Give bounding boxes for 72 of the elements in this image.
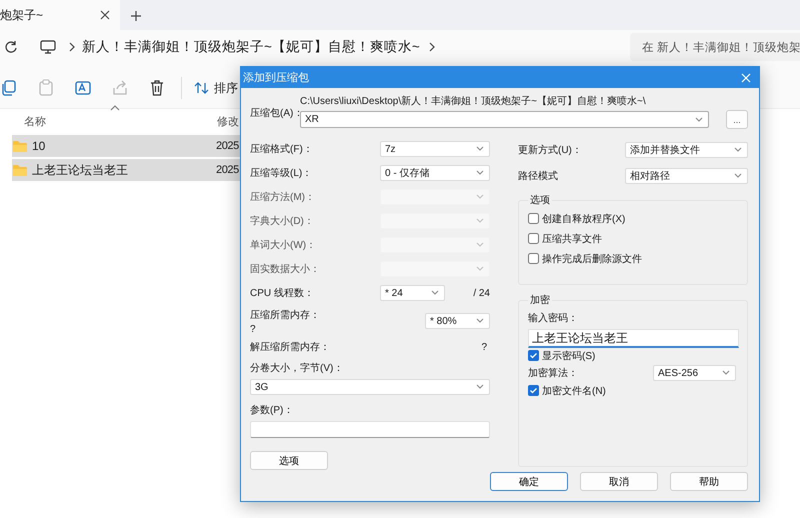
- window-title: 添加到压缩包: [243, 70, 309, 85]
- caret-up-icon: [110, 105, 120, 111]
- group-title: 选项: [529, 194, 551, 207]
- thread-total: / 24: [473, 288, 490, 298]
- field-label: 加密算法：: [528, 366, 579, 380]
- checkbox-label[interactable]: 创建自释放程序(X): [542, 212, 626, 226]
- close-icon[interactable]: [100, 10, 110, 20]
- modified-date: 2025: [216, 140, 240, 152]
- memory-value: ?: [481, 342, 487, 352]
- file-name: 10: [32, 139, 46, 153]
- checkbox[interactable]: [528, 253, 539, 264]
- chevron-right-icon: [68, 41, 76, 53]
- sort-button[interactable]: 排序: [192, 78, 240, 98]
- checkbox-label[interactable]: 压缩共享文件: [542, 232, 602, 246]
- field-label: 固实数据大小：: [250, 262, 321, 276]
- modified-date: 2025: [216, 164, 240, 176]
- path-text: C:\Users\liuxi\Desktop\新人！丰满御姐！顶级炮架子~【妮可】自慰！爽喷水~\: [300, 94, 647, 109]
- field-label: 解压缩所需内存：: [250, 340, 330, 354]
- field-label: CPU 线程数：: [250, 286, 315, 300]
- checkbox-label[interactable]: 操作完成后删除源文件: [542, 252, 642, 266]
- refresh-icon[interactable]: [4, 40, 18, 54]
- folder-icon: [12, 139, 28, 153]
- dialog-button[interactable]: 取消: [580, 472, 658, 491]
- dropdown[interactable]: 添加并替换文件: [625, 142, 748, 158]
- dropdown[interactable]: 相对路径: [625, 168, 748, 184]
- checkbox-label[interactable]: 加密文件名(N): [542, 384, 606, 398]
- column-header[interactable]: 名称: [24, 114, 217, 128]
- group-title: 加密: [529, 294, 551, 307]
- sort-icon: [194, 81, 210, 95]
- rename-icon[interactable]: [74, 79, 92, 97]
- password-field[interactable]: 上老王论坛当老王: [528, 329, 739, 348]
- column-header[interactable]: 修改: [217, 114, 240, 128]
- options-button[interactable]: 选项: [250, 451, 328, 470]
- field-label: 压缩方法(M)：: [250, 190, 316, 204]
- field-label: 输入密码：: [528, 312, 579, 325]
- checkbox[interactable]: [528, 350, 539, 361]
- field-label: 字典大小(D)：: [250, 214, 315, 228]
- field-label: 单词大小(W)：: [250, 238, 318, 252]
- field-label: 分卷大小，字节(V)：: [250, 362, 344, 375]
- folder-icon: [12, 163, 28, 177]
- field-label: 压缩所需内存：: [250, 308, 321, 322]
- file-row[interactable]: 上老王论坛当老王 2025: [12, 159, 240, 181]
- browse-button[interactable]: ...: [726, 110, 748, 129]
- monitor-icon[interactable]: [40, 40, 56, 54]
- parameters-field[interactable]: [250, 421, 490, 438]
- field-label: 压缩包(A)：: [250, 106, 300, 120]
- search-field[interactable]: 在 新人！丰满御姐！顶级炮架: [630, 33, 800, 61]
- copy-icon[interactable]: [0, 79, 18, 97]
- dropdown[interactable]: * 24: [380, 285, 445, 301]
- dropdown[interactable]: 0 - 仅存储: [380, 165, 490, 181]
- checkbox[interactable]: [528, 233, 539, 244]
- field-label: 参数(P)：: [250, 404, 294, 417]
- checkbox[interactable]: [528, 385, 539, 396]
- file-row[interactable]: 10 2025: [12, 135, 240, 157]
- plus-icon[interactable]: [130, 10, 142, 22]
- file-name: 上老王论坛当老王: [32, 162, 128, 178]
- chevron-right-icon: [428, 41, 436, 53]
- dropdown[interactable]: 3G: [250, 379, 490, 395]
- memory-value: ?: [250, 324, 257, 334]
- dropdown[interactable]: AES-256: [653, 365, 736, 381]
- field-label: 压缩格式(F)：: [250, 142, 314, 156]
- dialog-button[interactable]: 帮助: [670, 472, 748, 491]
- dropdown[interactable]: * 80%: [425, 313, 490, 329]
- dropdown[interactable]: 7z: [380, 141, 490, 157]
- checkbox-label[interactable]: 显示密码(S): [542, 348, 596, 362]
- field-label: 压缩等级(L)：: [250, 166, 314, 180]
- archive-name-combo[interactable]: XR: [300, 111, 709, 128]
- breadcrumb-item[interactable]: 新人！丰满御姐！顶级炮架子~【妮可】自慰！爽喷水~: [82, 38, 420, 56]
- field-label: 更新方式(U)：: [518, 144, 583, 157]
- dialog-button[interactable]: 确定: [490, 472, 568, 491]
- field-label: 路径模式: [518, 170, 559, 183]
- checkbox[interactable]: [528, 213, 539, 224]
